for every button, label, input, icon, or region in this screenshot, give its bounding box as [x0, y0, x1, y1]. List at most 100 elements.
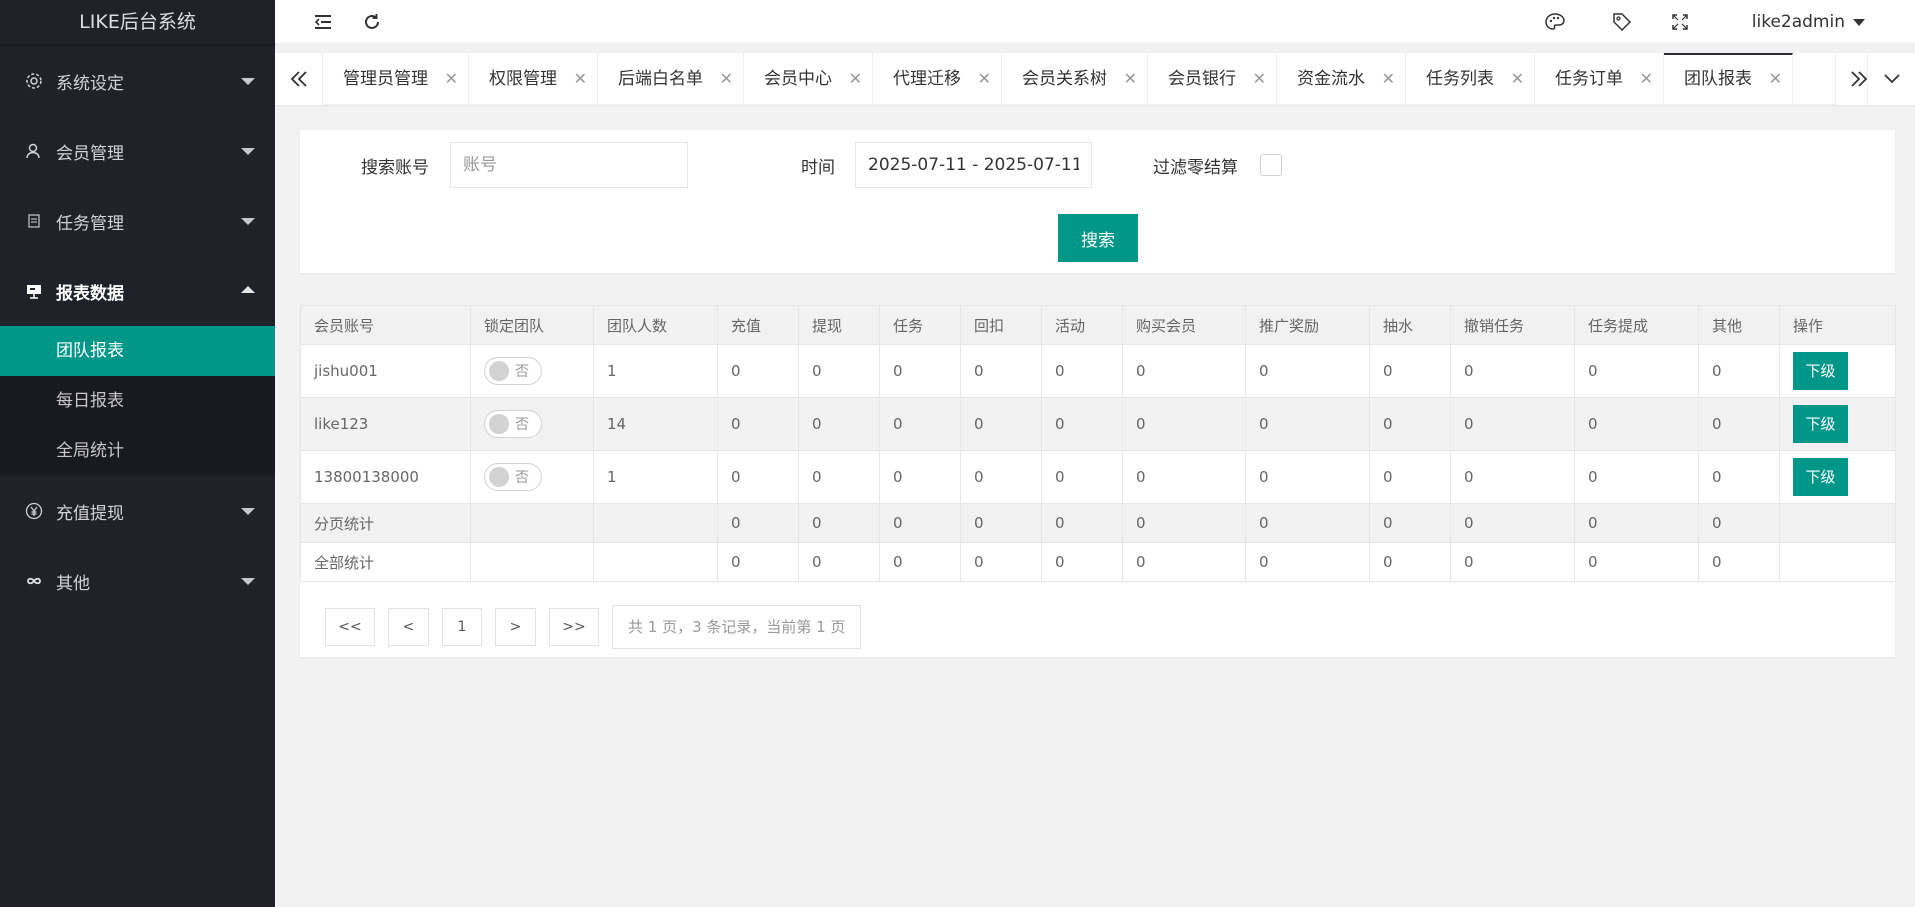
cell-value: 0: [960, 397, 1042, 451]
subordinate-button[interactable]: 下级: [1793, 458, 1848, 496]
sidebar-subitem-global-stats[interactable]: 全局统计: [0, 426, 275, 476]
cell-value: 0: [1245, 542, 1370, 582]
close-icon[interactable]: ✕: [1769, 55, 1782, 103]
sidebar-item-label: 充值提现: [56, 503, 124, 524]
tabs-menu-chevron-down-icon[interactable]: [1867, 53, 1915, 105]
palette-icon[interactable]: [1535, 0, 1575, 44]
tab-label: 会员关系树: [1022, 69, 1107, 89]
refresh-icon[interactable]: [352, 0, 392, 44]
close-icon[interactable]: ✕: [849, 53, 862, 105]
tab-label: 团队报表: [1684, 69, 1752, 89]
column-header: 活动: [1041, 305, 1123, 345]
cell-lock: 否: [470, 344, 594, 398]
sidebar-subitem-daily-report[interactable]: 每日报表: [0, 376, 275, 426]
switch-label: 否: [515, 417, 529, 433]
close-icon[interactable]: ✕: [1124, 53, 1137, 105]
next-page-button[interactable]: >: [495, 608, 536, 646]
tab-backend-whitelist[interactable]: 后端白名单 ✕: [598, 53, 744, 105]
tab-member-bank[interactable]: 会员银行 ✕: [1148, 53, 1277, 105]
cell-account: jishu001: [300, 344, 471, 398]
cell-value: 0: [1041, 450, 1123, 504]
account-input[interactable]: [450, 142, 688, 188]
fullscreen-icon[interactable]: [1660, 0, 1700, 44]
tab-member-center[interactable]: 会员中心 ✕: [744, 53, 873, 105]
close-icon[interactable]: ✕: [445, 53, 458, 105]
tab-team-report[interactable]: 团队报表 ✕: [1664, 53, 1793, 105]
sidebar-item-label: 报表数据: [56, 283, 124, 304]
close-icon[interactable]: ✕: [1253, 53, 1266, 105]
user-menu[interactable]: like2admin: [1752, 0, 1865, 44]
tab-agent-migration[interactable]: 代理迁移 ✕: [873, 53, 1002, 105]
summary-label: 全部统计: [300, 542, 471, 582]
user-icon: [24, 141, 44, 161]
report-table: 会员账号 锁定团队 团队人数 充值 提现 任务 回扣 活动 购买会员 推广奖励 …: [300, 305, 1896, 582]
close-icon[interactable]: ✕: [1640, 53, 1653, 105]
cell-action: 下级: [1779, 344, 1896, 398]
tab-label: 任务订单: [1555, 69, 1623, 89]
cell-value: 0: [1369, 503, 1451, 543]
table-row: like123 否 14 0 0 0 0 0 0 0 0 0 0 0 下级: [300, 397, 1896, 451]
close-icon[interactable]: ✕: [978, 53, 991, 105]
lock-team-switch[interactable]: 否: [484, 463, 542, 491]
sidebar-subitem-team-report[interactable]: 团队报表: [0, 326, 275, 376]
cell-value: 0: [1574, 450, 1699, 504]
page-summary-row: 分页统计 0 0 0 0 0 0 0 0 0 0 0: [300, 503, 1896, 543]
column-header: 充值: [717, 305, 799, 345]
tab-permission-management[interactable]: 权限管理 ✕: [469, 53, 598, 105]
pagination: << < 1 > >> 共 1 页，3 条记录，当前第 1 页: [325, 605, 862, 649]
lock-team-switch[interactable]: 否: [484, 357, 542, 385]
cell-account: like123: [300, 397, 471, 451]
search-button[interactable]: 搜索: [1058, 214, 1138, 262]
cell-empty: [1779, 542, 1896, 582]
total-summary-row: 全部统计 0 0 0 0 0 0 0 0 0 0 0: [300, 542, 1896, 582]
sidebar-item-report-data[interactable]: 报表数据: [0, 256, 275, 326]
tab-admin-management[interactable]: 管理员管理 ✕: [323, 53, 469, 105]
user-name: like2admin: [1751, 12, 1845, 32]
tab-task-orders[interactable]: 任务订单 ✕: [1535, 53, 1664, 105]
cell-value: 0: [717, 542, 799, 582]
tag-icon[interactable]: [1602, 0, 1642, 44]
tab-label: 管理员管理: [343, 69, 428, 89]
cell-value: 0: [1450, 503, 1575, 543]
tab-member-tree[interactable]: 会员关系树 ✕: [1002, 53, 1148, 105]
date-range-input[interactable]: [855, 142, 1092, 188]
cell-members: 1: [593, 450, 718, 504]
chevron-down-icon: [241, 218, 255, 225]
switch-knob: [489, 361, 509, 381]
page-number-button[interactable]: 1: [442, 608, 482, 646]
menu-collapse-icon[interactable]: [303, 0, 343, 44]
time-label: 时间: [801, 158, 835, 178]
close-icon[interactable]: ✕: [574, 53, 587, 105]
filter-zero-checkbox[interactable]: [1260, 154, 1282, 176]
tabs-scroll-left-icon[interactable]: [275, 53, 323, 105]
last-page-button[interactable]: >>: [549, 608, 599, 646]
first-page-button[interactable]: <<: [325, 608, 375, 646]
cell-value: 0: [1122, 450, 1246, 504]
close-icon[interactable]: ✕: [1511, 53, 1524, 105]
prev-page-button[interactable]: <: [388, 608, 429, 646]
sidebar-item-other[interactable]: 其他: [0, 546, 275, 616]
column-header: 操作: [1779, 305, 1896, 345]
yen-icon: [24, 501, 44, 521]
sidebar-item-task-management[interactable]: 任务管理: [0, 186, 275, 256]
lock-team-switch[interactable]: 否: [484, 410, 542, 438]
cell-value: 0: [717, 450, 799, 504]
close-icon[interactable]: ✕: [1382, 53, 1395, 105]
sidebar-item-recharge-withdraw[interactable]: 充值提现: [0, 476, 275, 546]
close-icon[interactable]: ✕: [720, 53, 733, 105]
subordinate-button[interactable]: 下级: [1793, 352, 1848, 390]
switch-label: 否: [515, 364, 529, 380]
tab-fund-flow[interactable]: 资金流水 ✕: [1277, 53, 1406, 105]
cell-value: 0: [1574, 397, 1699, 451]
switch-label: 否: [515, 470, 529, 486]
chevron-down-icon: [241, 148, 255, 155]
subordinate-button[interactable]: 下级: [1793, 405, 1848, 443]
tab-task-list[interactable]: 任务列表 ✕: [1406, 53, 1535, 105]
cell-value: 0: [1574, 344, 1699, 398]
cell-value: 0: [1041, 542, 1123, 582]
sidebar-item-member-management[interactable]: 会员管理: [0, 116, 275, 186]
cell-value: 0: [798, 503, 880, 543]
cell-value: 0: [879, 503, 961, 543]
sidebar-item-system-settings[interactable]: 系统设定: [0, 46, 275, 116]
cell-value: 0: [798, 397, 880, 451]
